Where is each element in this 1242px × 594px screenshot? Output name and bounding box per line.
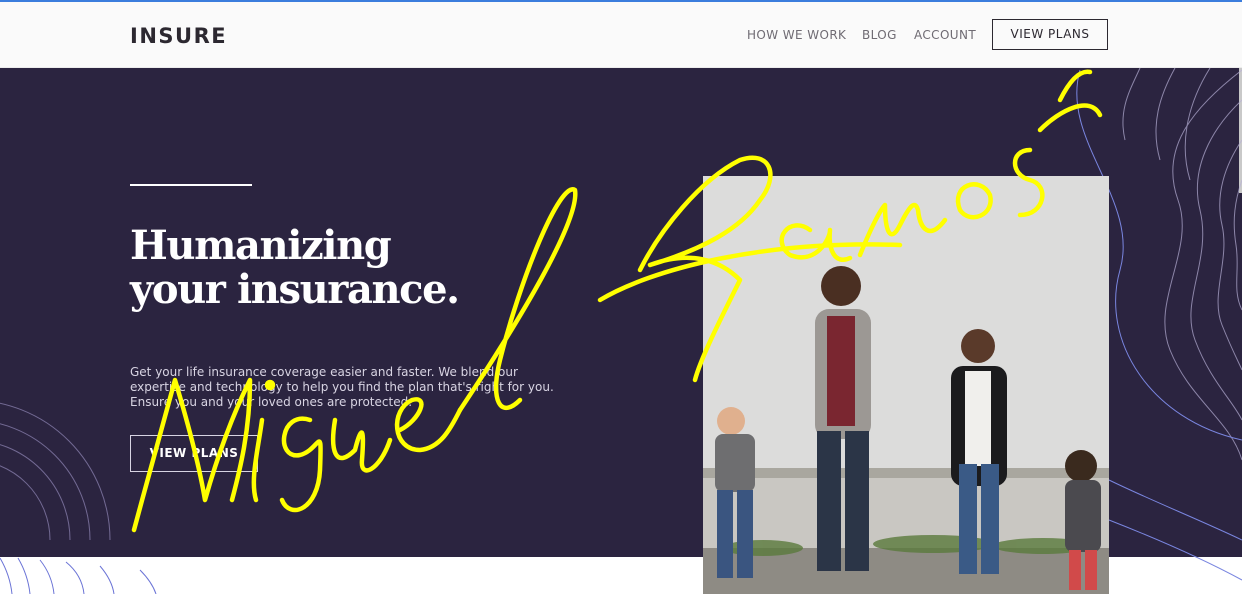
family-photo bbox=[703, 176, 1109, 594]
nav-blog[interactable]: BLOG bbox=[862, 28, 897, 42]
hero-title-line2: your insurance. bbox=[130, 266, 460, 313]
nav-account[interactable]: ACCOUNT bbox=[914, 28, 976, 42]
view-plans-button-hero[interactable]: VIEW PLANS bbox=[130, 435, 258, 472]
view-plans-button-header[interactable]: VIEW PLANS bbox=[992, 19, 1108, 50]
hero-title: Humanizing your insurance. bbox=[130, 222, 460, 313]
hero-title-line1: Humanizing bbox=[130, 222, 392, 269]
site-header: INSURE HOW WE WORK BLOG ACCOUNT VIEW PLA… bbox=[0, 2, 1242, 68]
hero-description: Get your life insurance coverage easier … bbox=[130, 365, 554, 409]
hero-divider bbox=[130, 184, 252, 186]
logo[interactable]: INSURE bbox=[130, 24, 227, 48]
nav-how-we-work[interactable]: HOW WE WORK bbox=[747, 28, 846, 42]
